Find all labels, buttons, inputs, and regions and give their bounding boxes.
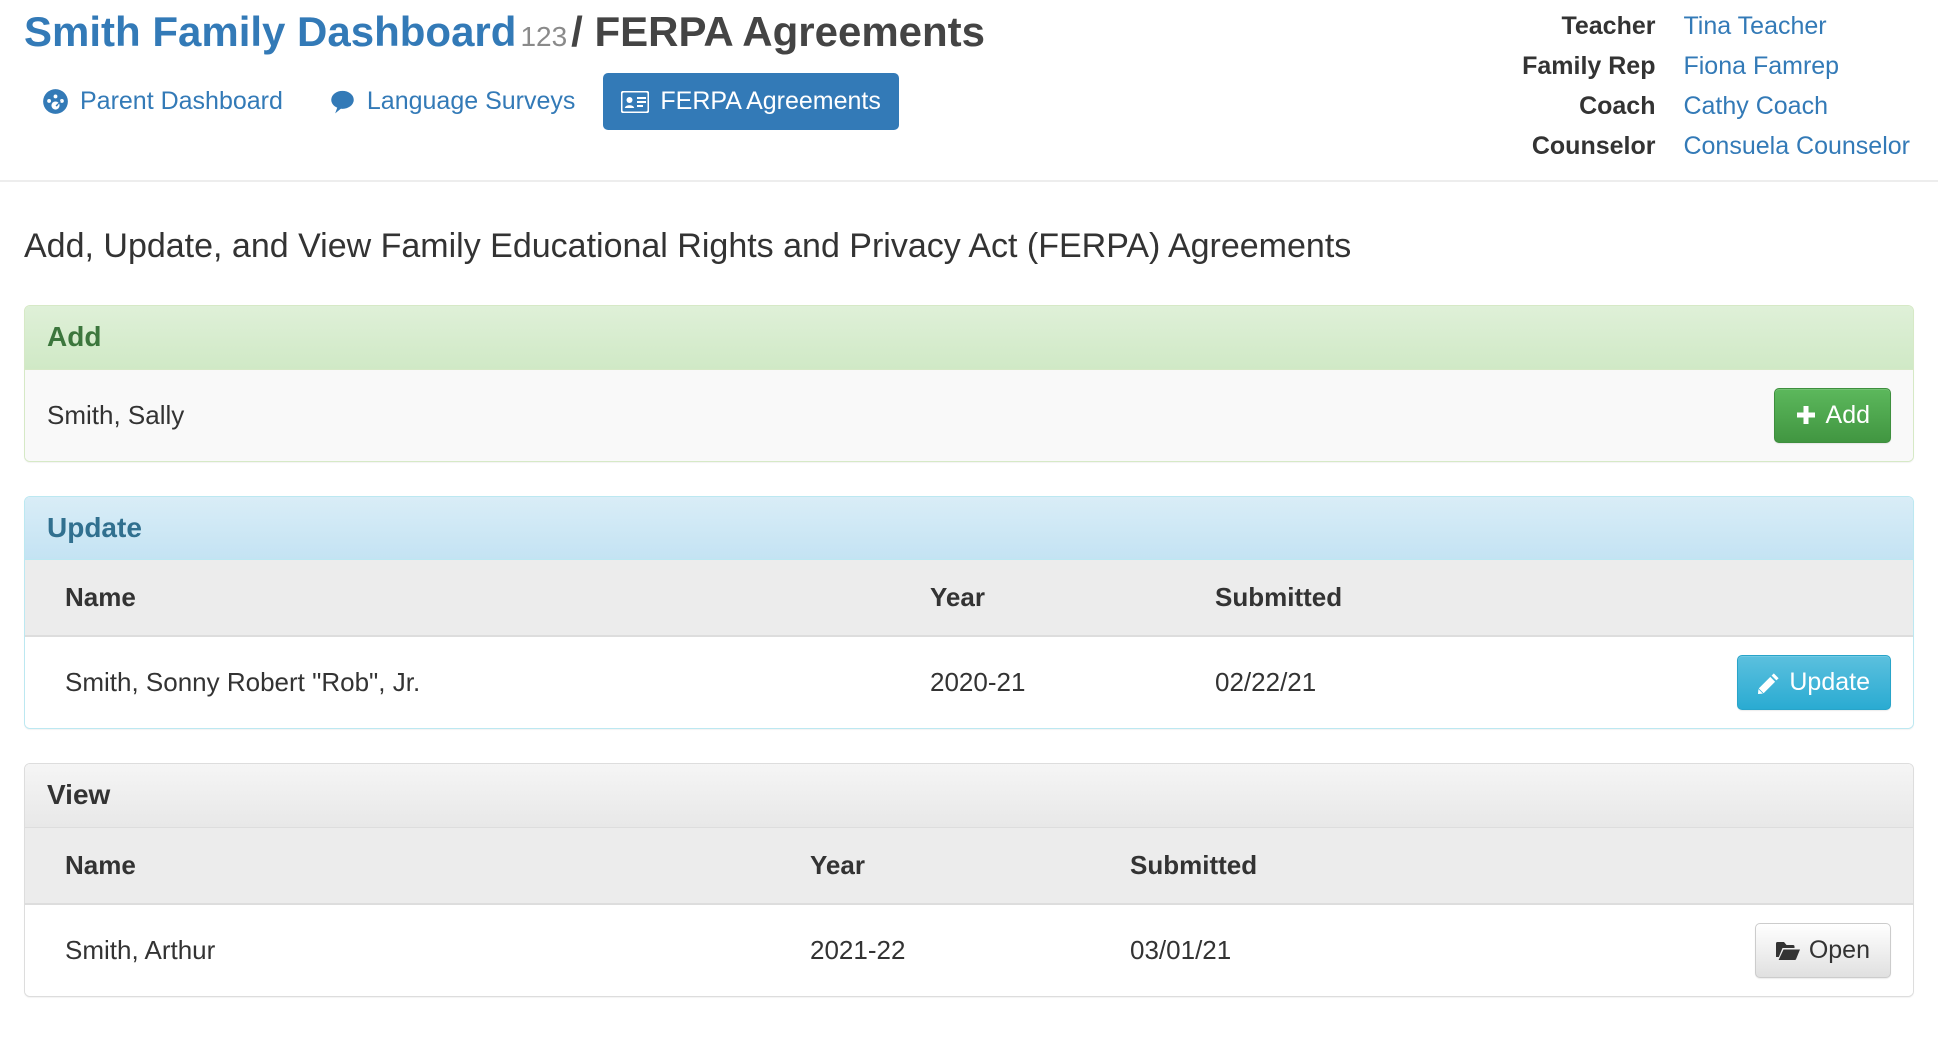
brand-link[interactable]: Smith Family Dashboard [24,8,516,55]
add-panel: Add Smith, Sally Add [24,304,1914,462]
nav-item-label: FERPA Agreements [660,87,881,116]
update-panel-title: Update [47,511,142,543]
column-header-name: Name [25,828,810,906]
id-card-icon [621,90,650,113]
contact-link-family-rep[interactable]: Fiona Famrep [1683,46,1910,86]
cell-submitted: 02/22/21 [1215,636,1645,729]
pencil-icon [1758,672,1780,694]
cell-submitted: 03/01/21 [1130,904,1560,997]
table-row: Smith, Sonny Robert "Rob", Jr. 2020-21 0… [25,636,1913,729]
table-row: Smith, Arthur 2021-22 03/01/21 Open [25,904,1913,997]
nav-item-ferpa-agreements[interactable]: FERPA Agreements [603,73,899,131]
open-button-label: Open [1808,936,1870,965]
view-panel-heading: View [25,764,1913,829]
add-button[interactable]: Add [1773,387,1891,443]
column-header-action [1560,828,1913,906]
cell-action: Update [1645,636,1913,729]
page-title: Smith Family Dashboard 123/ FERPA Agreeme… [24,8,985,56]
add-panel-heading: Add [25,305,1913,370]
view-table-header-row: Name Year Submitted [25,828,1913,906]
view-table: Name Year Submitted Smith, Arthur 2021-2… [25,828,1913,997]
add-student-name: Smith, Sally [47,399,185,430]
update-table-header-row: Name Year Submitted [25,560,1913,638]
nav-item-parent-dashboard[interactable]: Parent Dashboard [24,72,301,131]
contact-role-teacher: Teacher [1561,12,1656,40]
page-subtitle: Add, Update, and View Family Educational… [24,227,1352,265]
cell-name: Smith, Arthur [25,904,810,997]
column-header-submitted: Submitted [1130,828,1560,906]
update-panel-heading: Update [25,496,1913,561]
update-table-body: Smith, Sonny Robert "Rob", Jr. 2020-21 0… [25,636,1913,729]
page-header: Smith Family Dashboard 123/ FERPA Agreeme… [0,0,1938,182]
cell-action: Open [1560,904,1913,997]
contact-role-coach: Coach [1579,92,1656,120]
cell-name: Smith, Sonny Robert "Rob", Jr. [25,636,930,729]
contact-role-family-rep: Family Rep [1522,52,1656,80]
add-button-label: Add [1825,400,1870,429]
open-button[interactable]: Open [1754,923,1891,979]
view-panel-title: View [47,779,111,811]
page-section-title: FERPA Agreements [594,8,986,55]
column-header-action [1645,560,1913,638]
update-panel: Update Name Year Submitted Smith, Sonny … [24,495,1914,730]
column-header-year: Year [810,828,1130,906]
nav-item-label: Parent Dashboard [80,87,283,116]
update-button-label: Update [1789,668,1870,697]
plus-icon [1795,404,1817,426]
update-button[interactable]: Update [1737,655,1891,711]
view-table-body: Smith, Arthur 2021-22 03/01/21 Open [25,904,1913,997]
nav-item-language-surveys[interactable]: Language Surveys [311,72,593,131]
contact-link-coach[interactable]: Cathy Coach [1683,86,1910,126]
column-header-name: Name [25,560,930,638]
contact-role-counselor: Counselor [1531,132,1656,160]
folder-open-icon [1775,941,1800,961]
tachometer-icon [42,88,69,115]
nav-item-label: Language Surveys [366,87,576,116]
view-panel: View Name Year Submitted Smith, Arthur 2… [24,763,1914,998]
comment-icon [329,88,356,115]
cell-year: 2020-21 [930,636,1215,729]
contacts-panel: Teacher Tina Teacher Family Rep Fiona Fa… [1522,0,1914,166]
contact-link-counselor[interactable]: Consuela Counselor [1683,126,1910,166]
update-table-head: Name Year Submitted [25,560,1913,638]
add-panel-title: Add [47,320,102,352]
main-nav: Parent Dashboard Language Surveys FERPA … [24,72,985,131]
contact-link-teacher[interactable]: Tina Teacher [1683,6,1910,46]
update-table: Name Year Submitted Smith, Sonny Robert … [25,560,1913,729]
title-separator: / [571,8,583,55]
column-header-year: Year [930,560,1215,638]
view-table-head: Name Year Submitted [25,828,1913,906]
title-block: Smith Family Dashboard 123/ FERPA Agreeme… [24,0,985,131]
brand-id: 123 [520,21,568,52]
main-content: Add, Update, and View Family Educational… [0,226,1938,998]
column-header-submitted: Submitted [1215,560,1645,638]
cell-year: 2021-22 [810,904,1130,997]
add-panel-body: Smith, Sally Add [25,369,1913,461]
